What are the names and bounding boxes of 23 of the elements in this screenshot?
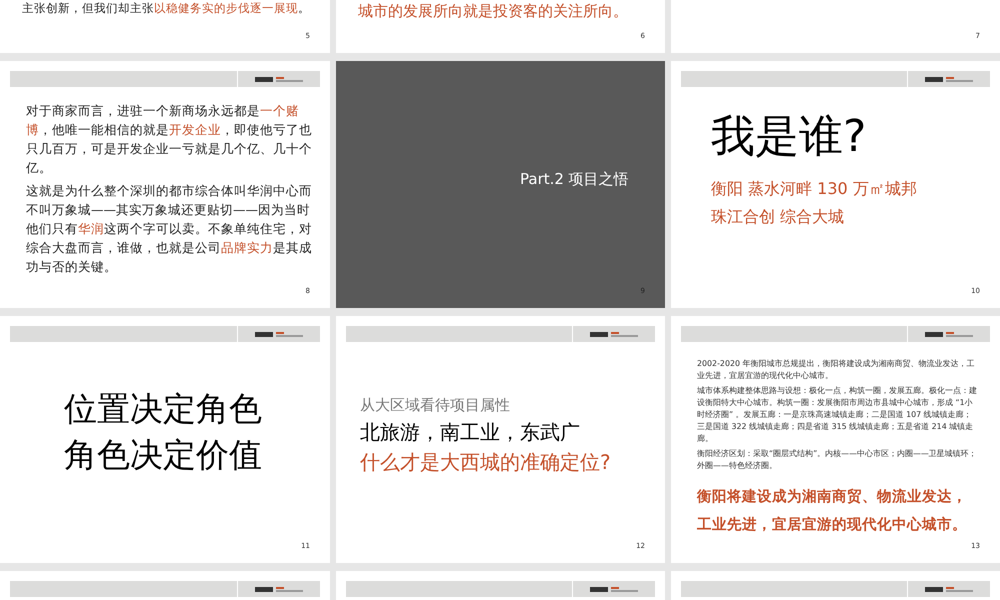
- logo-icon: [255, 586, 303, 592]
- slide-text: 从大区域看待项目属性: [360, 395, 511, 416]
- slide-thumbnail[interactable]: [671, 316, 1000, 563]
- slide-text: 我是谁?: [711, 110, 868, 164]
- slide-text: 位置决定角色: [64, 388, 263, 430]
- section-title: Part.2 项目之悟: [520, 168, 629, 190]
- logo-icon: [925, 76, 973, 82]
- slide-text: 城市的发展所向就是投资客的关注所向。: [358, 1, 629, 22]
- slide-text: 主张创新，但我们却主张以稳健务实的步伐逐一展现。: [22, 0, 308, 16]
- slide-text: 衡阳将建设成为湘南商贸、物流业发达，工业先进，宜居宜游的现代化中心城市。: [697, 488, 968, 535]
- slide-text: 北旅游，南工业，东武广: [360, 419, 581, 446]
- logo-icon: [925, 586, 973, 592]
- slide-text: 珠江合创 综合大城: [711, 206, 846, 228]
- logo-icon: [255, 332, 303, 336]
- slide-text: 这就是为什么整个深圳的都市综合体叫华润中心而不叫万象城——其实万象城还更贴切——因为当时他们只有华润这两个字可以卖。不象单纯住宅，对综合大盘而言，谁做，也就是公司 品牌实力是其成功与否的关键。: [26, 182, 313, 276]
- logo-icon: [925, 332, 973, 336]
- logo-icon: [590, 586, 638, 592]
- slide-text: 对于商家而言，进驻一个新商场永远都是一个赌博，他唯一能相信的就是开发企业，即使他亏了也只几百万，可是开发企业一亏就是几个亿、几十个亿。: [26, 102, 313, 177]
- slide-text: 衡阳 蒸水河畔 130 万㎡城邦: [711, 178, 918, 200]
- slide-text: 角色决定价值: [64, 434, 263, 476]
- logo-icon: [590, 332, 638, 336]
- logo-icon: [255, 76, 303, 82]
- slide-text: 什么才是大西城的准确定位?: [360, 449, 612, 476]
